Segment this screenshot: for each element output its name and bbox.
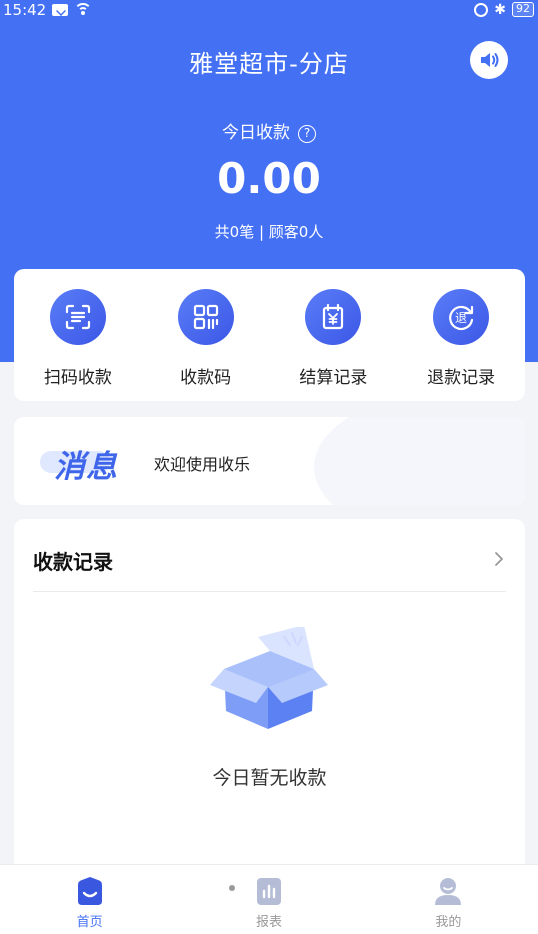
status-time: 15:42 bbox=[3, 1, 47, 19]
tab-label: 我的 bbox=[435, 915, 462, 930]
tab-label: 报表 bbox=[255, 915, 282, 930]
store-title: 雅堂超市-分店 bbox=[189, 50, 349, 78]
decorative-wave bbox=[314, 417, 525, 505]
action-label: 结算记录 bbox=[299, 368, 368, 388]
status-bar: 15:42 ✱ 92 bbox=[0, 0, 538, 22]
battery-icon: 92 bbox=[512, 2, 534, 17]
help-icon[interactable]: ? bbox=[298, 125, 316, 143]
tab-report[interactable]: 报表 bbox=[179, 865, 358, 934]
home-icon bbox=[77, 877, 102, 905]
message-banner[interactable]: 消息 欢迎使用收乐 bbox=[14, 417, 525, 505]
settlement-icon bbox=[323, 303, 344, 330]
tab-label: 首页 bbox=[76, 915, 103, 930]
refund-records-button[interactable]: 退 退款记录 bbox=[397, 269, 525, 401]
message-text: 欢迎使用收乐 bbox=[154, 455, 251, 474]
speaker-icon bbox=[481, 53, 499, 67]
profile-icon bbox=[435, 878, 462, 905]
qrcode-icon bbox=[193, 304, 218, 330]
quick-actions-card: 扫码收款 收款码 结算记录 退 退款记录 bbox=[14, 269, 525, 401]
settlement-records-button[interactable]: 结算记录 bbox=[270, 269, 398, 401]
svg-text:退: 退 bbox=[455, 311, 467, 325]
scan-icon bbox=[65, 304, 90, 330]
scan-collect-button[interactable]: 扫码收款 bbox=[14, 269, 142, 401]
records-title: 收款记录 bbox=[33, 550, 113, 574]
action-label: 收款码 bbox=[180, 368, 232, 388]
bottom-tab-bar: 首页 报表 我的 bbox=[0, 864, 538, 934]
speaker-button[interactable] bbox=[470, 41, 508, 79]
refund-icon: 退 bbox=[449, 305, 474, 331]
today-amount: 0.00 bbox=[217, 154, 321, 203]
collection-records-card: 收款记录 今日暂无收款 bbox=[14, 519, 525, 879]
chevron-right-icon[interactable] bbox=[489, 549, 509, 569]
mail-icon bbox=[52, 4, 68, 16]
bluetooth-icon: ✱ bbox=[494, 1, 506, 18]
notification-dot bbox=[229, 885, 236, 891]
divider bbox=[33, 591, 506, 592]
today-stats: 共0笔 | 顾客0人 bbox=[214, 223, 324, 241]
tab-home[interactable]: 首页 bbox=[0, 865, 179, 934]
message-badge: 消息 bbox=[54, 449, 118, 485]
payment-qrcode-button[interactable]: 收款码 bbox=[142, 269, 270, 401]
action-label: 扫码收款 bbox=[43, 368, 112, 388]
empty-state-text: 今日暂无收款 bbox=[212, 767, 327, 789]
tab-profile[interactable]: 我的 bbox=[359, 865, 538, 934]
report-icon bbox=[256, 878, 281, 905]
today-collection-label: 今日收款? bbox=[0, 118, 538, 143]
empty-box-icon bbox=[210, 627, 328, 729]
lock-icon bbox=[474, 2, 489, 17]
today-label-text: 今日收款 bbox=[222, 123, 290, 143]
action-label: 退款记录 bbox=[427, 368, 496, 388]
wifi-icon bbox=[74, 3, 92, 17]
